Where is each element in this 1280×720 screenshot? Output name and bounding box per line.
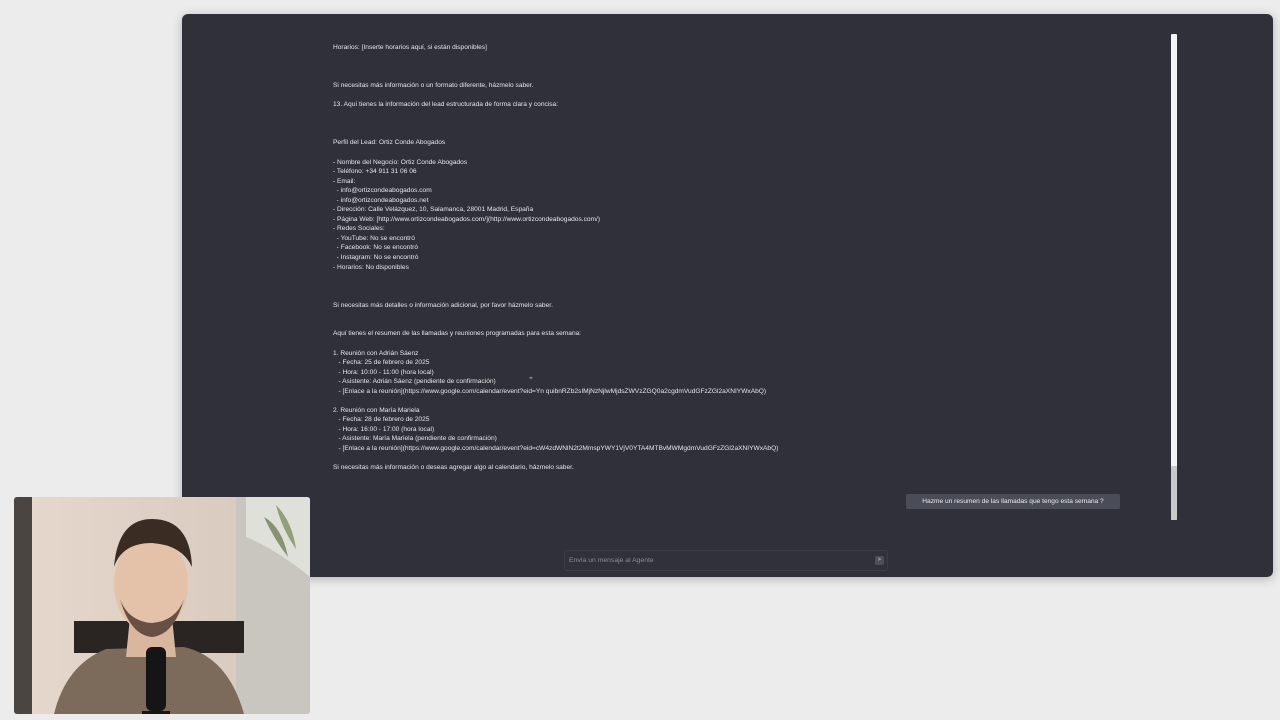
chat-message-line: - Página Web: [http://www.ortizcondeabog…: [333, 215, 601, 223]
chat-message-line: [333, 53, 1133, 63]
chat-message-line: - Asistente: María Mariela (pendiente de…: [333, 435, 497, 443]
chat-message-line: - [Enlace a la reunión](https://www.goog…: [333, 387, 767, 395]
chat-message-line: [333, 291, 1133, 301]
chat-message-line: 2. Reunión con María Mariela: [333, 406, 420, 414]
message-input[interactable]: [569, 551, 859, 570]
mouse-cursor-icon: ⌖: [529, 375, 533, 382]
chat-message-line: [333, 454, 1133, 464]
chat-message-line: - Redes Sociales:: [333, 225, 385, 233]
chat-message-line: [333, 339, 1133, 349]
chat-message-log: Horarios: [Inserte horarios aquí, si est…: [333, 43, 1133, 473]
chat-message-line: - Fecha: 25 de febrero de 2025: [333, 359, 430, 367]
chat-message-line: - Email:: [333, 177, 356, 185]
chat-message-line: [333, 310, 1133, 320]
chat-message-line: 13. Aquí tienes la información del lead …: [333, 101, 559, 109]
send-icon: ➤: [877, 557, 883, 563]
chat-message-line: - Asistente: Adrián Sáenz (pendiente de …: [333, 378, 496, 386]
chat-message-line: [333, 272, 1133, 282]
send-button[interactable]: ➤: [875, 556, 884, 565]
agent-chat-window: Horarios: [Inserte horarios aquí, si est…: [182, 14, 1273, 577]
chat-message-line: Perfil del Lead: Ortiz Conde Abogados: [333, 139, 446, 147]
chat-message-line: [333, 62, 1133, 72]
presenter-video-image: [14, 497, 310, 714]
chat-message-line: [333, 119, 1133, 129]
chat-message-line: - info@ortizcondeabogados.net: [333, 196, 429, 204]
chat-message-line: [333, 129, 1133, 139]
chat-message-line: Si necesitas más detalles o información …: [333, 301, 553, 309]
chat-scrollbar[interactable]: [1171, 34, 1177, 520]
user-message-bubble: Hazme un resumen de las llamadas que ten…: [906, 494, 1120, 509]
chat-message-line: - Dirección: Calle Velázquez, 10, Salama…: [333, 206, 534, 214]
chat-message-line: [333, 320, 1133, 330]
chat-message-line: [333, 91, 1133, 101]
chat-message-line: - Facebook: No se encontró: [333, 244, 419, 252]
chat-message-line: - info@ortizcondeabogados.com: [333, 187, 432, 195]
chat-message-line: [333, 396, 1133, 406]
chat-message-line: [333, 148, 1133, 158]
chat-message-line: - YouTube: No se encontró: [333, 234, 415, 242]
webcam-overlay: [14, 497, 310, 714]
chat-message-line: - Nombre del Negocio: Ortiz Conde Abogad…: [333, 158, 468, 166]
chat-message-line: Aquí tienes el resumen de las llamadas y…: [333, 330, 582, 338]
chat-message-line: - Hora: 10:00 - 11:00 (hora local): [333, 368, 434, 376]
chat-message-line: Si necesitas más información o un format…: [333, 82, 534, 90]
chat-message-line: - Teléfono: +34 911 31 06 06: [333, 168, 417, 176]
chat-message-line: - Horarios: No disponibles: [333, 263, 409, 271]
chat-message-line: - Instagram: No se encontró: [333, 254, 419, 262]
chat-message-line: - Hora: 16:00 - 17:00 (hora local): [333, 425, 435, 433]
chat-message-line: - Fecha: 28 de febrero de 2025: [333, 416, 430, 424]
chat-message-line: [333, 282, 1133, 292]
chat-message-line: [333, 110, 1133, 120]
chat-message-line: - [Enlace a la reunión](https://www.goog…: [333, 444, 779, 452]
chat-message-line: Si necesitas más información o deseas ag…: [333, 464, 574, 472]
chat-scrollbar-thumb[interactable]: [1171, 466, 1177, 520]
chat-message-line: [333, 72, 1133, 82]
message-composer: ➤: [564, 550, 888, 571]
chat-message-line: 1. Reunión con Adrián Sáenz: [333, 349, 419, 357]
chat-message-line: Horarios: [Inserte horarios aquí, si est…: [333, 44, 487, 51]
